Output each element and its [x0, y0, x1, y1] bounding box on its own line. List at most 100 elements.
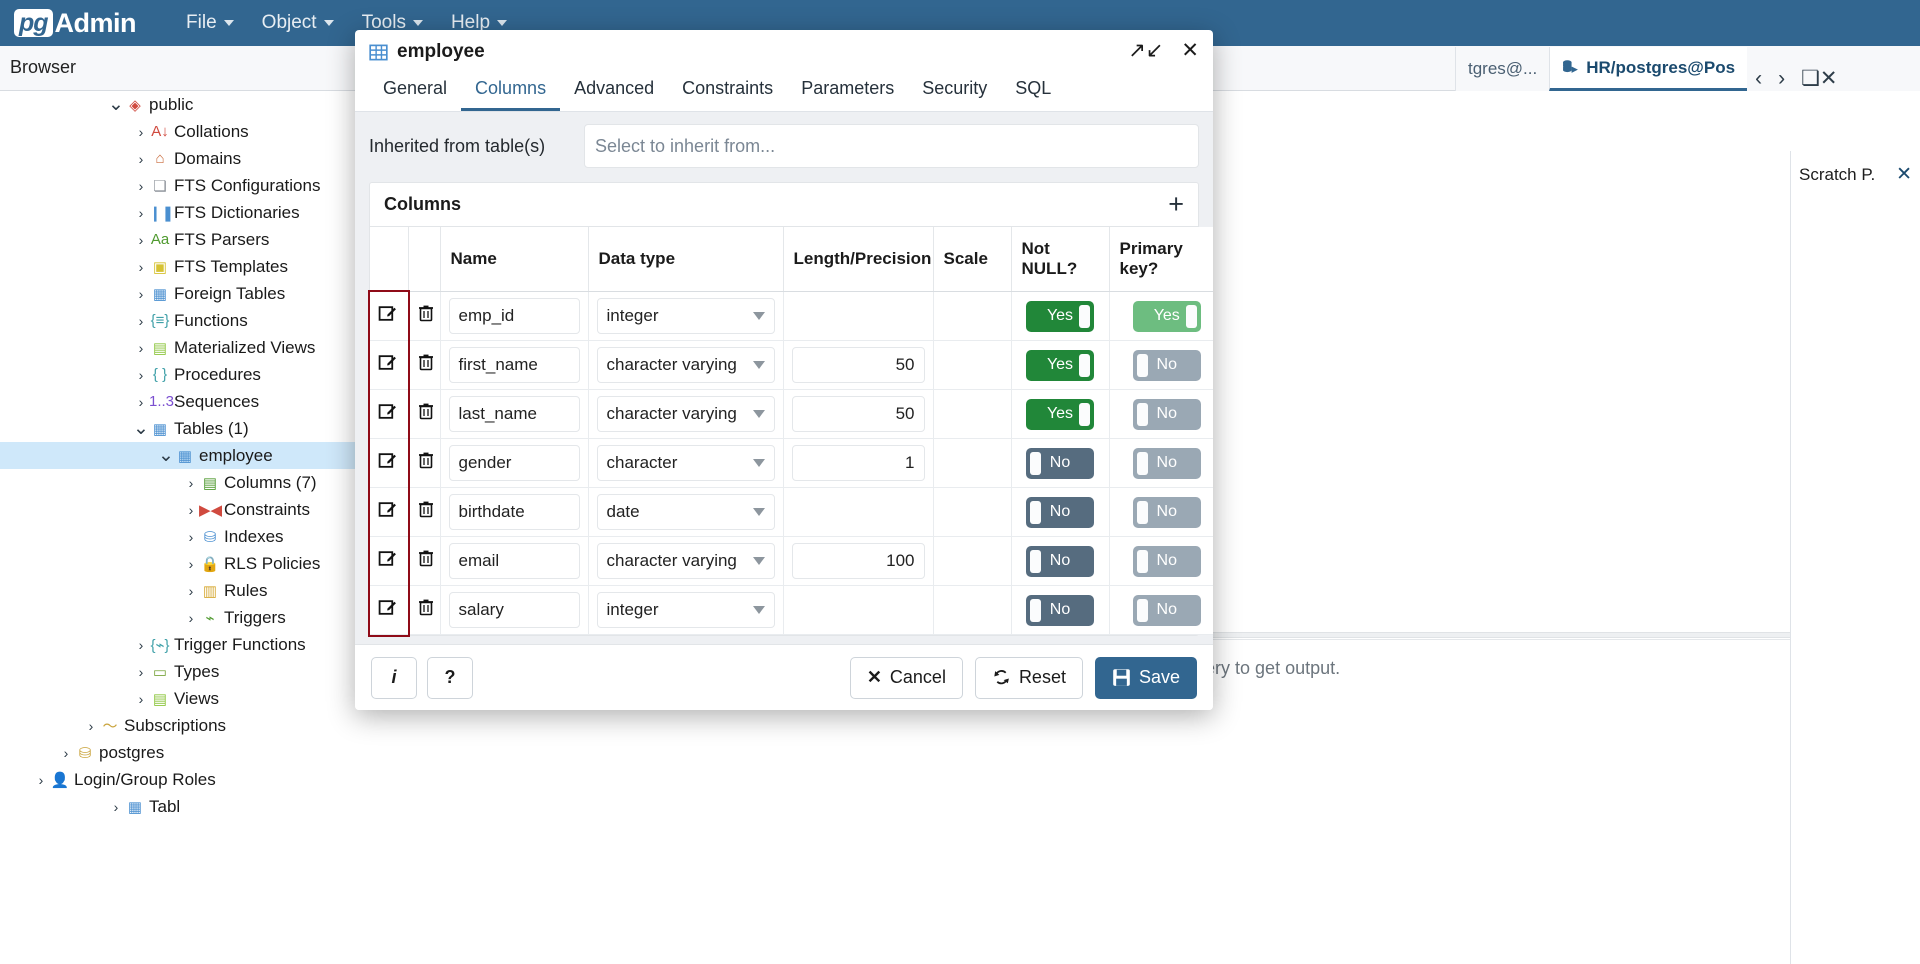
chevron-right-icon[interactable]: ›	[133, 394, 149, 410]
primary-key-toggle[interactable]: No	[1133, 399, 1201, 430]
tab-postgres-inactive[interactable]: tgres@...	[1455, 47, 1549, 91]
primary-key-cell[interactable]: No	[1109, 586, 1213, 635]
chevron-right-icon[interactable]: ›	[33, 772, 49, 788]
chevron-right-icon[interactable]: ›	[133, 691, 149, 707]
row-edit-cell[interactable]	[370, 341, 408, 390]
data-type-select[interactable]: date	[597, 494, 775, 530]
primary-key-cell[interactable]: No	[1109, 439, 1213, 488]
expand-icon[interactable]: ↗↙	[1128, 40, 1163, 61]
chevron-right-icon[interactable]: ›	[133, 151, 149, 167]
chevron-right-icon[interactable]: ›	[183, 556, 199, 572]
chevron-right-icon[interactable]: ›	[133, 664, 149, 680]
chevron-right-icon[interactable]: ›	[133, 313, 149, 329]
column-name-cell[interactable]: last_name	[440, 390, 588, 439]
chevron-right-icon[interactable]: ›	[133, 232, 149, 248]
length-precision-cell[interactable]: 50	[783, 341, 933, 390]
length-precision-input[interactable]: 100	[792, 543, 925, 579]
data-type-cell[interactable]: integer	[588, 292, 783, 341]
not-null-cell[interactable]: No	[1011, 439, 1109, 488]
info-button[interactable]: i	[371, 657, 417, 699]
edit-icon[interactable]	[378, 405, 397, 426]
row-delete-cell[interactable]	[408, 586, 440, 635]
plus-icon[interactable]: +	[1168, 191, 1184, 218]
chevron-right-icon[interactable]: ›	[83, 718, 99, 734]
save-button[interactable]: Save	[1095, 657, 1197, 699]
row-edit-cell[interactable]	[370, 537, 408, 586]
data-type-select[interactable]: character	[597, 445, 775, 481]
chevron-right-icon[interactable]: ›	[133, 259, 149, 275]
trash-icon[interactable]	[417, 502, 435, 523]
trash-icon[interactable]	[417, 355, 435, 376]
column-name-input[interactable]: last_name	[449, 396, 580, 432]
column-name-cell[interactable]: emp_id	[440, 292, 588, 341]
row-edit-cell[interactable]	[370, 586, 408, 635]
trash-icon[interactable]	[417, 306, 435, 327]
primary-key-cell[interactable]: No	[1109, 537, 1213, 586]
primary-key-cell[interactable]: Yes	[1109, 292, 1213, 341]
chevron-right-icon[interactable]: ›	[108, 799, 124, 815]
not-null-cell[interactable]: Yes	[1011, 341, 1109, 390]
tab-prev-button[interactable]: ‹	[1747, 67, 1770, 91]
length-precision-cell[interactable]	[783, 292, 933, 341]
not-null-cell[interactable]: No	[1011, 586, 1109, 635]
data-type-cell[interactable]: character varying	[588, 390, 783, 439]
scale-cell[interactable]	[933, 537, 1011, 586]
edit-icon[interactable]	[378, 454, 397, 475]
chevron-right-icon[interactable]: ›	[183, 475, 199, 491]
row-delete-cell[interactable]	[408, 390, 440, 439]
column-name-input[interactable]: emp_id	[449, 298, 580, 334]
column-name-input[interactable]: birthdate	[449, 494, 580, 530]
row-delete-cell[interactable]	[408, 537, 440, 586]
chevron-right-icon[interactable]: ›	[133, 637, 149, 653]
chevron-right-icon[interactable]: ›	[133, 367, 149, 383]
cancel-button[interactable]: ✕ Cancel	[850, 657, 963, 699]
data-type-select[interactable]: character varying	[597, 347, 775, 383]
tree-item-subscriptions[interactable]: ›〜Subscriptions	[0, 712, 492, 739]
trash-icon[interactable]	[417, 600, 435, 621]
not-null-toggle[interactable]: No	[1026, 546, 1094, 577]
chevron-right-icon[interactable]: ›	[133, 205, 149, 221]
dialog-tab-parameters[interactable]: Parameters	[787, 74, 908, 111]
column-name-input[interactable]: email	[449, 543, 580, 579]
length-precision-cell[interactable]	[783, 586, 933, 635]
chevron-right-icon[interactable]: ›	[183, 583, 199, 599]
scale-cell[interactable]	[933, 292, 1011, 341]
column-name-input[interactable]: gender	[449, 445, 580, 481]
column-name-cell[interactable]: first_name	[440, 341, 588, 390]
length-precision-cell[interactable]: 1	[783, 439, 933, 488]
tab-hr-postgres-active[interactable]: HR/postgres@Pos	[1549, 47, 1747, 91]
not-null-cell[interactable]: Yes	[1011, 292, 1109, 341]
scale-cell[interactable]	[933, 586, 1011, 635]
inherited-from-select[interactable]: Select to inherit from...	[584, 124, 1199, 168]
primary-key-cell[interactable]: No	[1109, 488, 1213, 537]
edit-icon[interactable]	[378, 307, 397, 328]
edit-icon[interactable]	[378, 601, 397, 622]
detach-icon[interactable]: ❏✕	[1793, 66, 1845, 91]
row-delete-cell[interactable]	[408, 292, 440, 341]
not-null-cell[interactable]: No	[1011, 537, 1109, 586]
data-type-select[interactable]: character varying	[597, 396, 775, 432]
close-icon[interactable]: ✕	[1181, 40, 1199, 61]
column-name-input[interactable]: salary	[449, 592, 580, 628]
help-button[interactable]: ?	[427, 657, 473, 699]
column-name-input[interactable]: first_name	[449, 347, 580, 383]
not-null-cell[interactable]: Yes	[1011, 390, 1109, 439]
row-edit-cell[interactable]	[370, 439, 408, 488]
tab-next-button[interactable]: ›	[1770, 67, 1793, 91]
trash-icon[interactable]	[417, 551, 435, 572]
edit-icon[interactable]	[378, 503, 397, 524]
chevron-down-icon[interactable]: ⌄	[158, 451, 174, 461]
scale-cell[interactable]	[933, 439, 1011, 488]
edit-icon[interactable]	[378, 552, 397, 573]
scale-cell[interactable]	[933, 341, 1011, 390]
trash-icon[interactable]	[417, 453, 435, 474]
primary-key-cell[interactable]: No	[1109, 390, 1213, 439]
primary-key-toggle[interactable]: Yes	[1133, 301, 1201, 332]
data-type-select[interactable]: integer	[597, 298, 775, 334]
chevron-right-icon[interactable]: ›	[183, 529, 199, 545]
chevron-right-icon[interactable]: ›	[133, 340, 149, 356]
data-type-cell[interactable]: integer	[588, 586, 783, 635]
not-null-toggle[interactable]: No	[1026, 497, 1094, 528]
data-type-select[interactable]: character varying	[597, 543, 775, 579]
chevron-right-icon[interactable]: ›	[58, 745, 74, 761]
